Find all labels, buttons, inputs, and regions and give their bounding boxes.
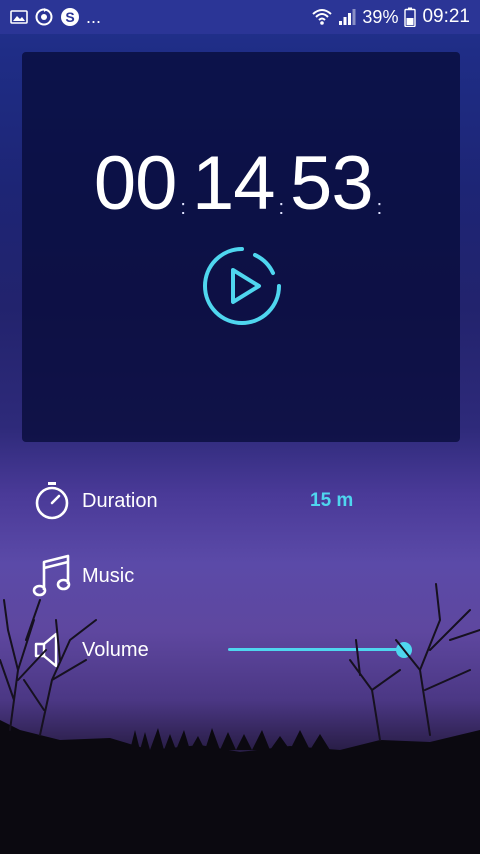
signal-icon <box>338 8 356 26</box>
notification-icons: S ... <box>10 7 101 28</box>
clock-time: 09:21 <box>422 6 470 27</box>
skype-icon: S <box>60 7 80 27</box>
hours-separator: : <box>180 197 186 219</box>
play-button[interactable] <box>201 245 283 327</box>
countdown-display: 00 : 14 : 53 : <box>22 144 460 224</box>
minutes-value: 14 <box>191 141 276 226</box>
timer-icon <box>30 479 74 523</box>
battery-percent: 39% <box>362 6 399 27</box>
hours-value: 00 <box>93 141 178 226</box>
play-circle-icon <box>203 247 281 325</box>
system-status: 39% 09:21 <box>312 6 470 28</box>
duration-setting[interactable]: Duration 15 m <box>30 478 450 524</box>
notification-overflow: ... <box>86 6 102 27</box>
battery-icon <box>404 7 417 27</box>
duration-value[interactable]: 15 m <box>310 490 353 512</box>
seconds-value: 53 <box>290 141 374 226</box>
minutes-separator: : <box>278 197 285 219</box>
wifi-icon <box>312 8 333 26</box>
timer-card: 00 : 14 : 53 : <box>22 52 460 442</box>
seconds-separator: : <box>376 197 383 219</box>
status-bar: S ... 39% 09:21 <box>0 0 480 34</box>
image-icon <box>10 9 28 25</box>
sync-icon <box>34 7 54 27</box>
tree-silhouette <box>0 583 480 854</box>
duration-label: Duration <box>82 489 158 512</box>
svg-text:S: S <box>65 9 74 25</box>
